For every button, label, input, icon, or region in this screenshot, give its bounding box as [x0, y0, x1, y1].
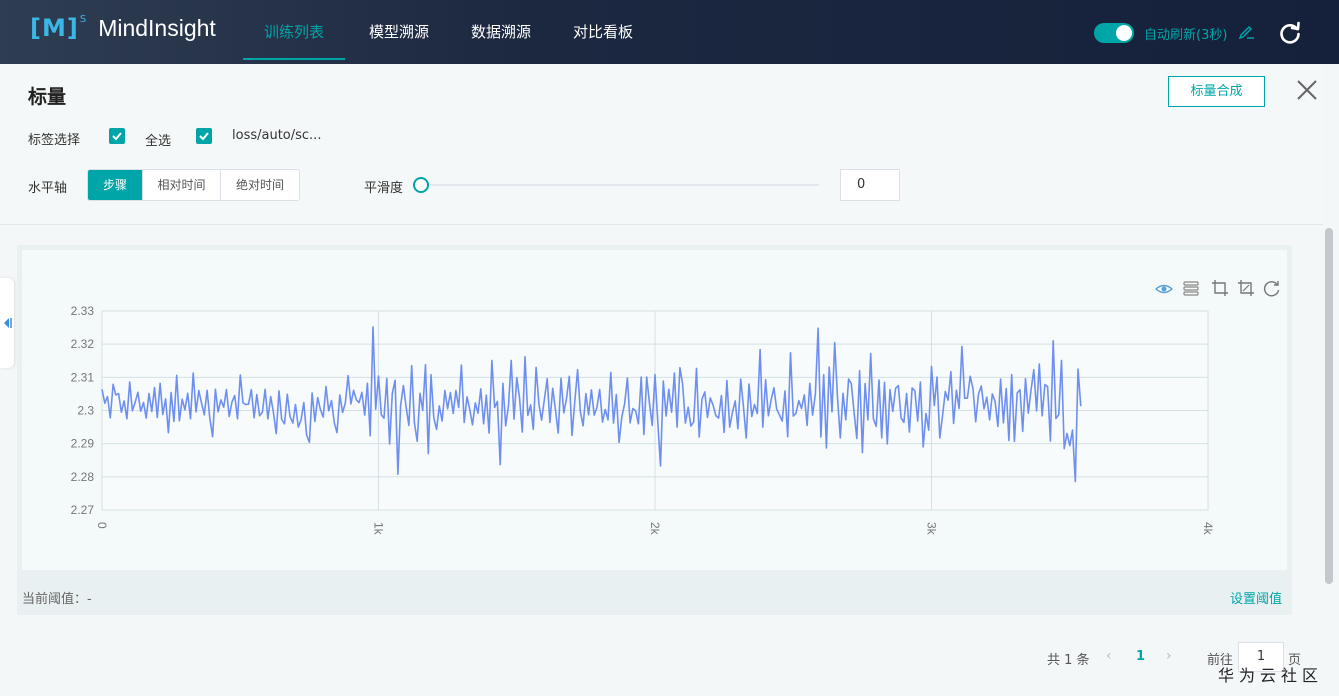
x-tick-label: 4k	[1201, 522, 1215, 536]
y-tick-label: 2.28	[71, 470, 95, 484]
watermark: 华为云社区	[1218, 666, 1324, 685]
auto-refresh-toggle[interactable]	[1094, 23, 1134, 43]
auto-refresh-label: 自动刷新(3秒)	[1144, 28, 1228, 43]
x-tick-label: 3k	[925, 522, 939, 536]
tag-select-label: 标签选择	[28, 133, 81, 148]
y-tick-label: 2.32	[71, 337, 95, 351]
toggle-knob	[1116, 25, 1132, 41]
y-tick-label: 2.31	[71, 370, 95, 384]
scalar-header: 标量 标量合成 标签选择 全选 loss/auto/sc... 水平轴 步骤 相…	[0, 64, 1323, 225]
x-axis-absolute-time-button[interactable]: 绝对时间	[221, 170, 299, 200]
main-nav: 训练列表 模型溯源 数据溯源 对比看板	[243, 0, 654, 64]
nav-data-lineage[interactable]: 数据溯源	[450, 0, 552, 64]
x-tick-label: 0	[95, 522, 109, 529]
scrollbar-thumb[interactable]	[1325, 228, 1333, 584]
check-icon	[199, 132, 209, 141]
x-axis-segmented-control: 步骤 相对时间 绝对时间	[87, 169, 300, 201]
current-threshold-label: 当前阈值：-	[22, 592, 92, 607]
select-all-label[interactable]: 全选	[145, 130, 171, 149]
logo[interactable]: [M] S MindInsight	[30, 13, 216, 43]
sidebar-expand-tab[interactable]	[0, 278, 14, 368]
smoothing-label: 平滑度	[364, 181, 404, 196]
crop-reset-icon[interactable]	[1238, 280, 1254, 296]
y-tick-label: 2.3	[77, 404, 94, 418]
x-tick-label: 2k	[648, 522, 662, 536]
restore-icon[interactable]	[1263, 281, 1280, 297]
pagination-next-icon[interactable]: ›	[1166, 648, 1172, 664]
y-tick-label: 2.29	[71, 437, 95, 451]
vertical-scrollbar[interactable]	[1323, 226, 1335, 586]
caret-left-icon	[4, 318, 12, 328]
x-axis-step-button[interactable]: 步骤	[88, 170, 143, 200]
crop-icon[interactable]	[1212, 280, 1228, 296]
scalar-compose-button[interactable]: 标量合成	[1168, 76, 1265, 107]
smoothing-slider-thumb[interactable]	[413, 177, 429, 193]
nav-model-lineage[interactable]: 模型溯源	[348, 0, 450, 64]
reload-icon[interactable]	[1277, 20, 1303, 46]
nav-compare-board[interactable]: 对比看板	[552, 0, 654, 64]
line-chart[interactable]: 2.33 2.32 2.31 2.3 2.29 2.28 2.270 1k 2k 3k 4k	[22, 250, 1287, 570]
edit-icon[interactable]	[1238, 22, 1256, 40]
x-axis-label: 水平轴	[28, 181, 68, 196]
pagination-page-1[interactable]: 1	[1136, 649, 1145, 664]
x-axis-relative-time-button[interactable]: 相对时间	[143, 170, 221, 200]
set-threshold-link[interactable]: 设置阈值	[1230, 588, 1282, 607]
select-all-checkbox[interactable]	[109, 128, 125, 144]
layers-icon[interactable]	[1183, 281, 1199, 296]
top-nav-bar: [M] S MindInsight 训练列表 模型溯源 数据溯源 对比看板 自动刷…	[0, 0, 1339, 64]
logo-text: MindInsight	[98, 14, 216, 41]
eye-icon[interactable]	[1154, 284, 1174, 294]
tag-checkbox-loss[interactable]	[196, 128, 212, 144]
check-icon	[112, 132, 122, 141]
logo-superscript: S	[79, 13, 87, 25]
tag-label-loss[interactable]: loss/auto/sc...	[232, 128, 321, 143]
pagination-total: 共 1 条	[1047, 653, 1090, 668]
nav-train-list[interactable]: 训练列表	[243, 0, 346, 64]
logo-mark: [M]	[30, 14, 79, 42]
chart-panel: 2.33 2.32 2.31 2.3 2.29 2.28 2.27 0 1k 2k 3k 4k	[22, 250, 1287, 570]
scalar-chart-card: 2.33 2.32 2.31 2.3 2.29 2.28 2.27 0 1k 2k 3k 4k 当前阈…	[17, 245, 1292, 615]
smoothing-slider-track[interactable]	[421, 184, 819, 186]
pagination-prev-icon[interactable]: ‹	[1106, 648, 1112, 664]
smoothing-input[interactable]: 0	[840, 169, 900, 201]
close-icon[interactable]	[1295, 78, 1319, 102]
x-tick-label: 1k	[372, 522, 386, 536]
y-tick-label: 2.33	[71, 304, 95, 318]
y-tick-label: 2.27	[71, 503, 95, 517]
page-title: 标量	[28, 86, 67, 108]
